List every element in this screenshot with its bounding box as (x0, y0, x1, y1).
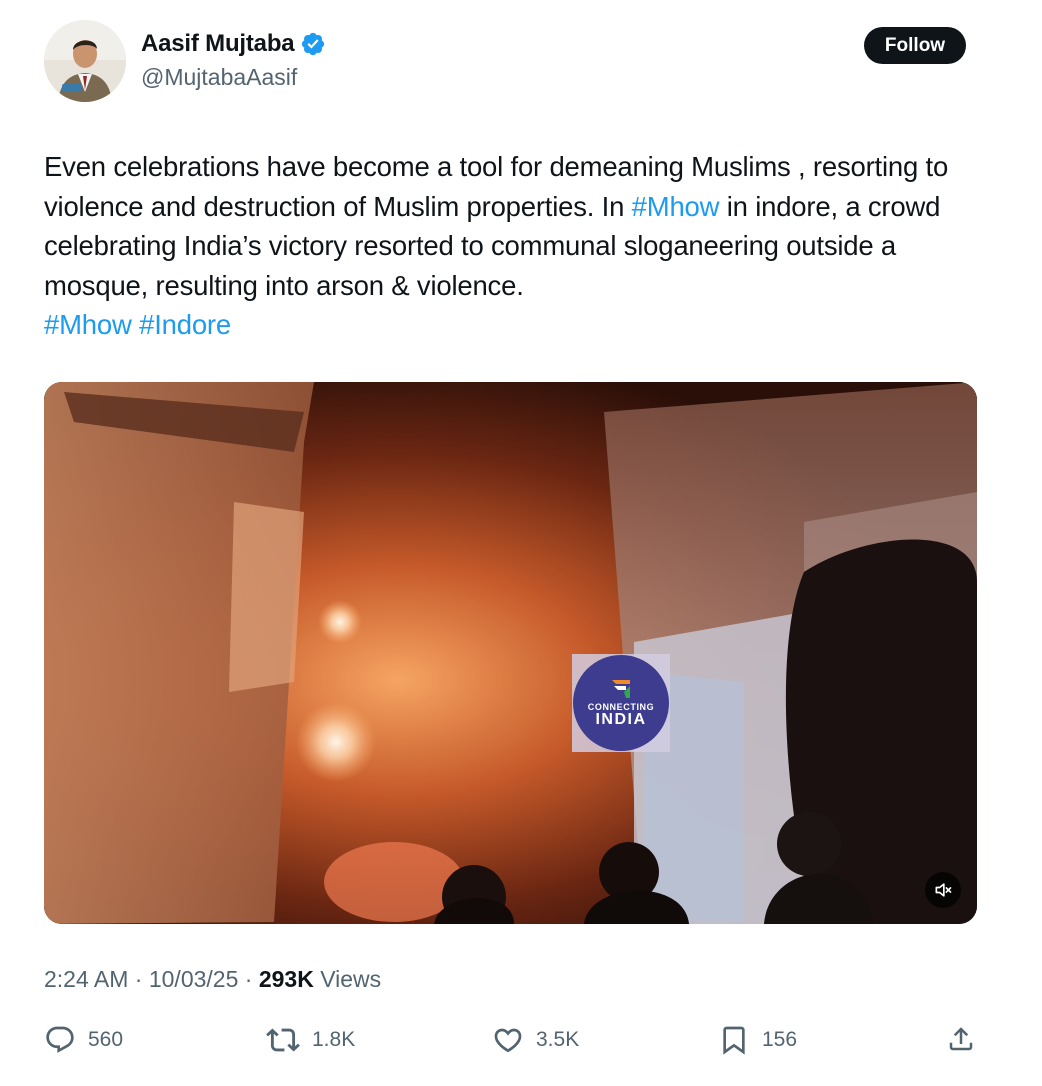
tweet-date[interactable]: 10/03/25 (149, 966, 239, 992)
bookmark-button[interactable]: 156 (718, 1022, 797, 1058)
repost-count: 1.8K (312, 1028, 356, 1051)
video-frame (44, 382, 977, 924)
video-player[interactable]: CONNECTING INDIA (44, 382, 977, 924)
separator-dot: · (238, 966, 259, 992)
tweet-actions-bar: 560 1.8K 3.5K 156 (44, 1022, 976, 1058)
bookmark-count: 156 (762, 1028, 798, 1051)
hashtag-link[interactable]: #Mhow (632, 191, 720, 222)
reply-icon (46, 1026, 74, 1053)
views-label: Views (320, 966, 382, 992)
reply-count: 560 (88, 1028, 124, 1051)
bookmark-icon (723, 1026, 745, 1055)
share-button[interactable] (946, 1024, 976, 1059)
channel-logo-icon (612, 680, 630, 698)
tweet-time[interactable]: 2:24 AM (44, 966, 128, 992)
follow-button[interactable]: Follow (864, 27, 966, 64)
like-count: 3.5K (536, 1028, 580, 1051)
tweet-text: Even celebrations have become a tool for… (44, 147, 984, 345)
speaker-muted-icon (935, 883, 952, 897)
like-button[interactable]: 3.5K (492, 1022, 579, 1058)
mute-toggle-button[interactable] (925, 872, 961, 908)
hashtag-link[interactable]: #Mhow (44, 309, 132, 340)
views-count: 293K (258, 966, 314, 992)
author-name[interactable]: Aasif Mujtaba (141, 30, 295, 58)
tweet-header: Aasif Mujtaba @MujtabaAasif Follow (44, 20, 966, 102)
author-handle[interactable]: @MujtabaAasif (141, 64, 297, 91)
separator-dot: · (128, 966, 149, 992)
verified-badge-icon (302, 32, 325, 56)
repost-icon (266, 1028, 300, 1052)
reply-button[interactable]: 560 (44, 1022, 123, 1058)
hashtag-link[interactable]: #Indore (139, 309, 231, 340)
watermark-text-bottom: INDIA (595, 711, 647, 728)
heart-icon (494, 1028, 522, 1053)
share-icon (949, 1027, 973, 1051)
repost-button[interactable]: 1.8K (266, 1022, 355, 1058)
tweet-meta: 2:24 AM · 10/03/25 · 293K Views (44, 966, 381, 993)
channel-watermark: CONNECTING INDIA (572, 654, 670, 752)
author-avatar[interactable] (44, 20, 126, 102)
